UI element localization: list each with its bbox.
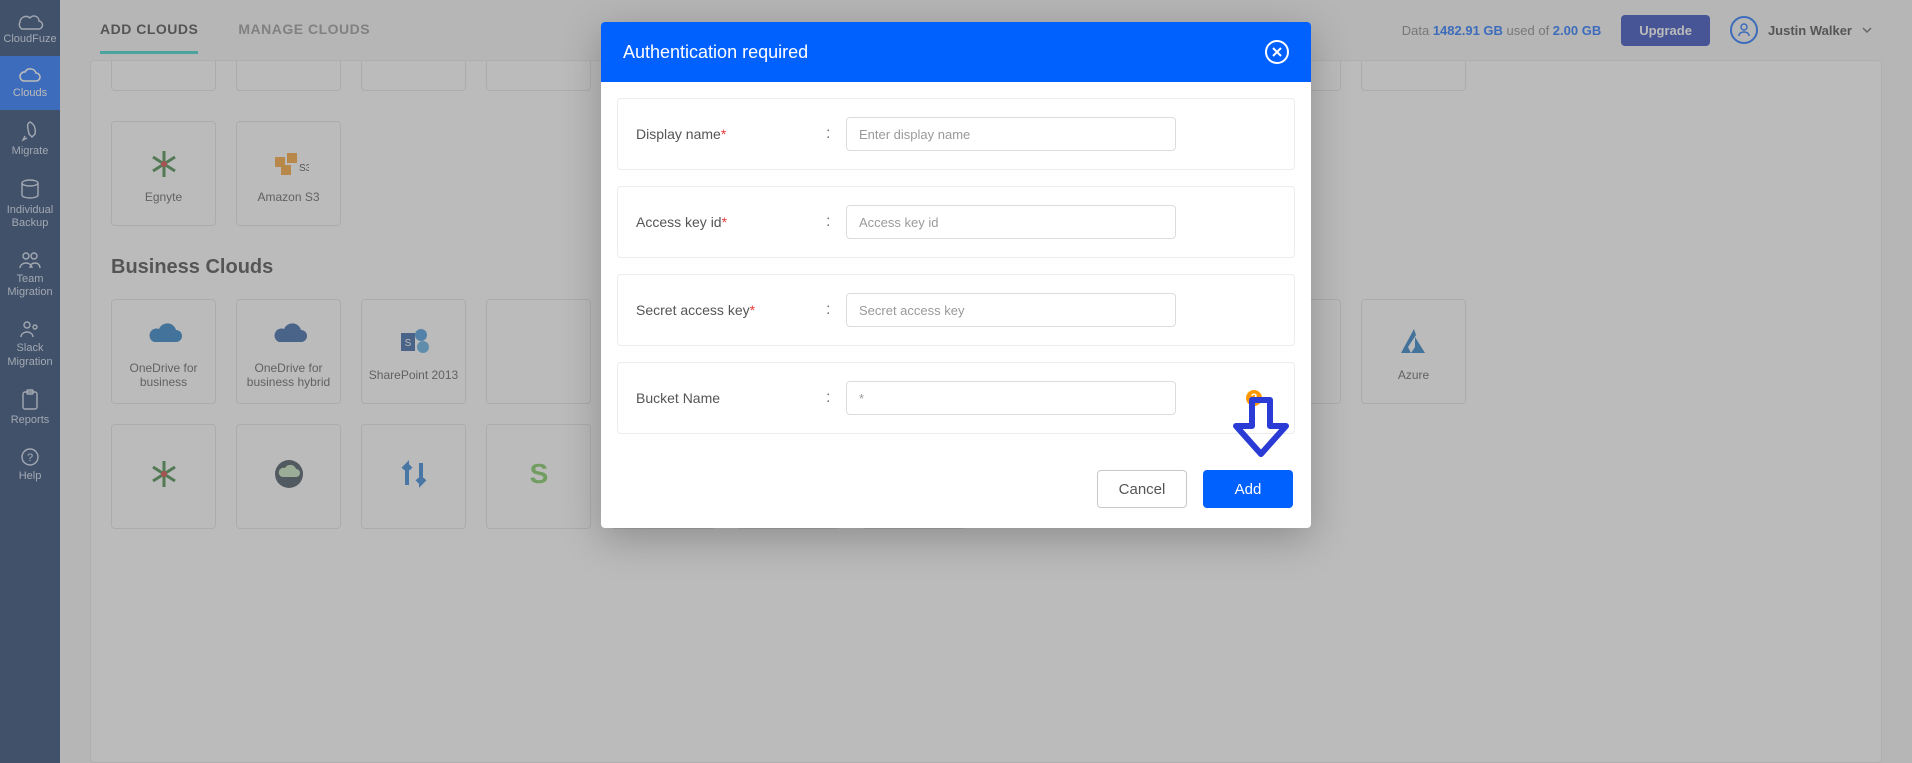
field-display-name: Display name* : — [617, 98, 1295, 170]
label-access-key: Access key id* — [636, 214, 826, 230]
colon: : — [826, 213, 846, 231]
label-bucket-name: Bucket Name — [636, 390, 826, 406]
modal-footer: Cancel Add — [601, 466, 1311, 528]
field-bucket-name: Bucket Name : ? — [617, 362, 1295, 434]
label-display-name: Display name* — [636, 126, 826, 142]
colon: : — [826, 125, 846, 143]
modal-body: Display name* : Access key id* : Secret … — [601, 82, 1311, 466]
colon: : — [826, 389, 846, 407]
label-secret-key: Secret access key* — [636, 302, 826, 318]
add-button[interactable]: Add — [1203, 470, 1293, 508]
cancel-button[interactable]: Cancel — [1097, 470, 1187, 508]
access-key-input[interactable] — [846, 205, 1176, 239]
close-button[interactable] — [1265, 40, 1289, 64]
modal-title: Authentication required — [623, 42, 808, 63]
colon: : — [826, 301, 846, 319]
field-access-key: Access key id* : — [617, 186, 1295, 258]
display-name-input[interactable] — [846, 117, 1176, 151]
close-icon — [1272, 47, 1282, 57]
modal-header: Authentication required — [601, 22, 1311, 82]
bucket-name-input[interactable] — [846, 381, 1176, 415]
modal-overlay: Authentication required Display name* : … — [0, 0, 1912, 763]
bucket-help-icon[interactable]: ? — [1246, 390, 1262, 406]
auth-modal: Authentication required Display name* : … — [601, 22, 1311, 528]
field-secret-key: Secret access key* : — [617, 274, 1295, 346]
secret-key-input[interactable] — [846, 293, 1176, 327]
